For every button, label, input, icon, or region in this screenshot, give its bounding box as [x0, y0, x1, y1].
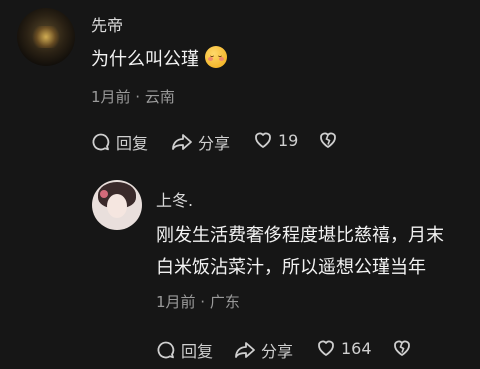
reply-label: 回复 [181, 342, 214, 361]
username[interactable]: 先帝 [91, 12, 123, 36]
like-count: 164 [341, 338, 372, 358]
share-label: 分享 [198, 134, 231, 153]
like-button[interactable]: 19 [253, 130, 298, 150]
avatar[interactable] [92, 180, 142, 230]
like-button[interactable]: 164 [316, 338, 372, 358]
heart-icon [255, 132, 271, 148]
kissing-face-emoji-icon [205, 46, 227, 68]
reply-icon [157, 341, 175, 359]
share-icon [172, 134, 192, 150]
comment-text: 刚发生活费奢侈程度堪比慈禧，月末 白米饭沾菜汁，所以遥想公瑾当年 [156, 220, 444, 284]
share-icon [235, 342, 255, 358]
comment-text-line: 白米饭沾菜汁，所以遥想公瑾当年 [156, 257, 426, 278]
comment-text-content: 为什么叫公瑾 [91, 49, 199, 70]
share-label: 分享 [261, 342, 294, 361]
reply-button[interactable]: 回复 [91, 130, 148, 154]
username[interactable]: 上冬. [156, 187, 193, 211]
reply-button[interactable]: 回复 [156, 338, 213, 362]
comment-meta: 1月前 · 广东 [156, 293, 240, 311]
dislike-button[interactable] [318, 130, 338, 150]
reply-label: 回复 [116, 134, 149, 153]
comment-meta: 1月前 · 云南 [91, 88, 175, 106]
avatar[interactable] [17, 8, 75, 66]
share-button[interactable]: 分享 [234, 338, 293, 362]
broken-heart-icon [394, 340, 410, 356]
comment-text-line: 刚发生活费奢侈程度堪比慈禧，月末 [156, 225, 444, 246]
comment-text: 为什么叫公瑾 [91, 44, 227, 76]
share-button[interactable]: 分享 [171, 130, 230, 154]
heart-icon [318, 340, 334, 356]
like-count: 19 [278, 130, 299, 150]
broken-heart-icon [320, 132, 336, 148]
reply-icon [92, 133, 110, 151]
avatar-image [31, 26, 61, 48]
dislike-button[interactable] [392, 338, 412, 358]
